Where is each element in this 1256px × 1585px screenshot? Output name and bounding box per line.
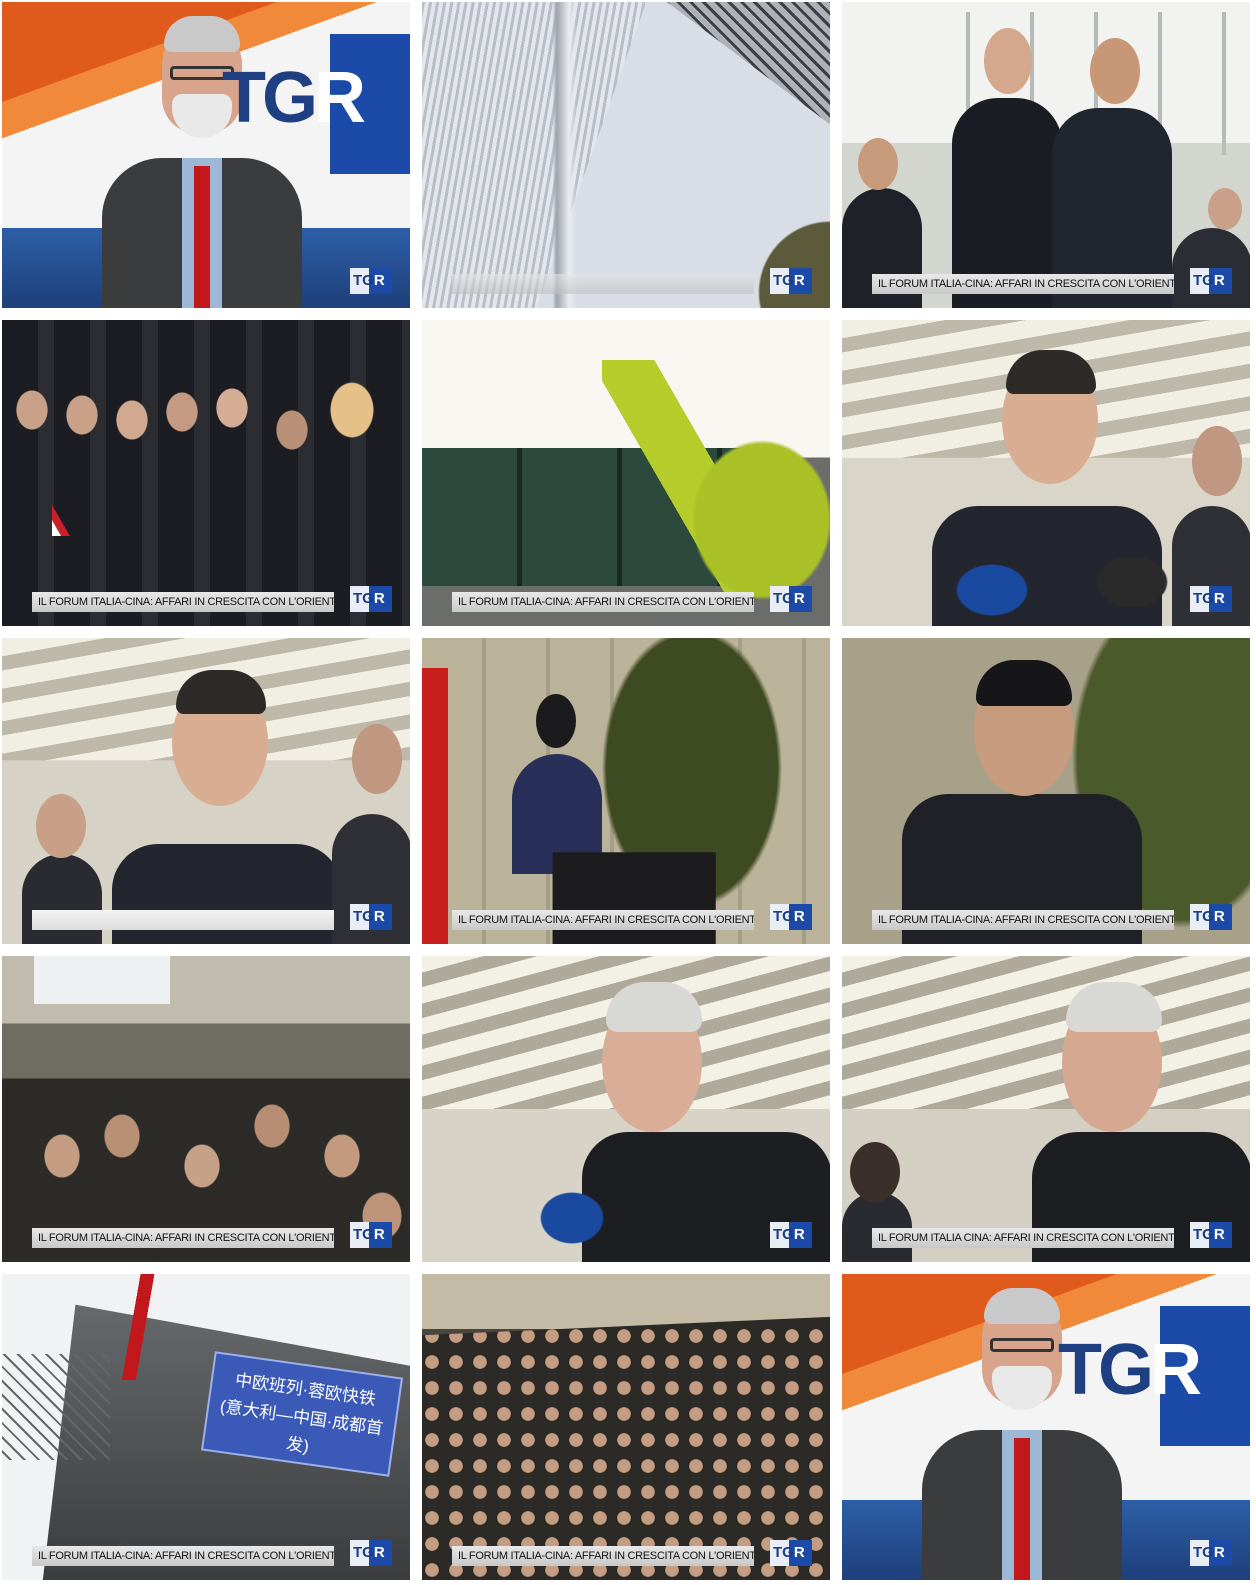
video-frame[interactable]: IL FORUM ITALIA CINA: AFFARI IN CRESCITA… — [842, 956, 1250, 1262]
tgr-bug-logo: TGR — [770, 586, 812, 612]
anchor-hair — [984, 1288, 1060, 1324]
video-frame[interactable]: IL FORUM ITALIA-CINA: AFFARI IN CRESCITA… — [2, 320, 410, 626]
interviewee — [112, 654, 342, 944]
video-frame[interactable]: TGR — [842, 320, 1250, 626]
video-frame[interactable]: TGR TGR — [842, 1274, 1250, 1580]
audience — [2, 956, 410, 1262]
anchor-hair — [164, 16, 240, 52]
video-frame[interactable]: IL FORUM ITALIA-CINA: AFFARI IN CRESCITA… — [422, 1274, 830, 1580]
video-frame[interactable]: TGR — [422, 956, 830, 1262]
video-frame[interactable]: IL FORUM ITALIA-CINA: AFFARI IN CRESCITA… — [842, 2, 1250, 308]
anchor-tie — [1014, 1438, 1030, 1580]
video-frame[interactable]: IL FORUM ITALIA-CINA: AFFARI IN CRESCITA… — [842, 638, 1250, 944]
microphones — [842, 320, 1250, 626]
person-handshake-2 — [1052, 38, 1182, 308]
news-caption: IL FORUM ITALIA-CINA: AFFARI IN CRESCITA… — [872, 274, 1174, 294]
tgr-bug-logo: TGR — [770, 904, 812, 930]
anchor-tie — [194, 166, 210, 308]
news-caption: IL FORUM ITALIA-CINA: AFFARI IN CRESCITA… — [872, 910, 1174, 930]
tgr-bug-logo: TGR — [350, 1540, 392, 1566]
tgr-bug-logo: TGR — [770, 1222, 812, 1248]
speaker — [902, 660, 1142, 944]
video-thumbnail-grid: TGR TGR TGR IL FORUM ITALIA-CINA: AFFARI… — [2, 2, 1250, 1580]
video-frame[interactable]: TGR — [2, 638, 410, 944]
tgr-bug-logo: TGR — [770, 268, 812, 294]
news-caption — [32, 910, 334, 930]
tgr-bug-logo: TGR — [1190, 904, 1232, 930]
microphone — [422, 956, 830, 1262]
video-frame[interactable]: IL FORUM ITALIA-CINA: AFFARI IN CRESCITA… — [422, 638, 830, 944]
tgr-logo: TGR — [1058, 1330, 1202, 1410]
tgr-bug-logo: TGR — [350, 904, 392, 930]
tgr-bug-logo: TGR — [770, 1540, 812, 1566]
crane-body — [422, 320, 830, 626]
news-caption — [452, 274, 754, 294]
video-frame[interactable]: IL FORUM ITALIA-CINA: AFFARI IN CRESCITA… — [422, 320, 830, 626]
tgr-logo: TGR — [222, 58, 366, 138]
news-caption: IL FORUM ITALIA-CINA: AFFARI IN CRESCITA… — [452, 592, 754, 612]
tgr-bug-logo: TGR — [350, 586, 392, 612]
video-frame[interactable]: TGR TGR — [2, 2, 410, 308]
tgr-bug-logo: TGR — [350, 1222, 392, 1248]
speaker-at-podium — [512, 694, 602, 874]
tgr-bug-logo: TGR — [1190, 1222, 1232, 1248]
video-frame[interactable]: TGR — [422, 2, 830, 308]
news-caption: IL FORUM ITALIA-CINA: AFFARI IN CRESCITA… — [452, 910, 754, 930]
tgr-bug-logo: TGR — [350, 268, 392, 294]
news-caption: IL FORUM ITALIA-CINA: AFFARI IN CRESCITA… — [32, 1546, 334, 1566]
video-frame[interactable]: IL FORUM ITALIA-CINA: AFFARI IN CRESCITA… — [2, 956, 410, 1262]
news-caption: IL FORUM ITALIA-CINA: AFFARI IN CRESCITA… — [32, 1228, 334, 1248]
tgr-bug-logo: TGR — [1190, 1540, 1232, 1566]
news-caption: IL FORUM ITALIA-CINA: AFFARI IN CRESCITA… — [452, 1546, 754, 1566]
news-caption: IL FORUM ITALIA-CINA: AFFARI IN CRESCITA… — [32, 592, 334, 612]
video-frame[interactable]: 中欧班列·蓉欧快铁 (意大利—中国·成都首发) IL FORUM ITALIA-… — [2, 1274, 410, 1580]
interviewee — [1032, 972, 1250, 1262]
news-caption: IL FORUM ITALIA CINA: AFFARI IN CRESCITA… — [872, 1228, 1174, 1248]
tree-foliage — [422, 2, 830, 308]
tgr-bug-logo: TGR — [1190, 268, 1232, 294]
tgr-bug-logo: TGR — [1190, 586, 1232, 612]
anchor-glasses — [990, 1338, 1054, 1352]
